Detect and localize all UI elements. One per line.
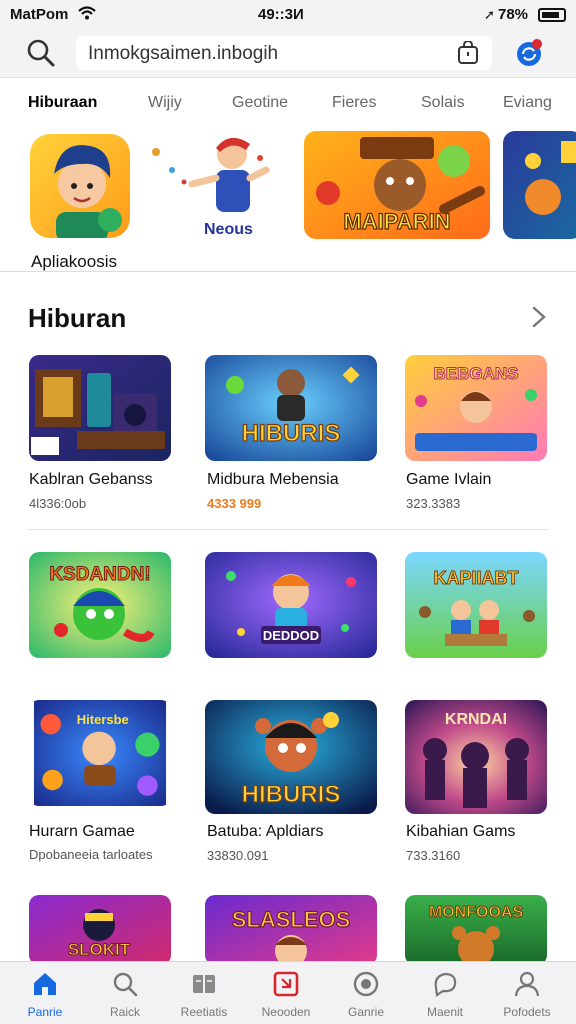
game-tile[interactable]: HIBURIS (205, 700, 377, 814)
tile-art-title: SLASLEOS (232, 907, 351, 932)
tab-solais[interactable]: Solais (421, 94, 465, 112)
tab-wijiy[interactable]: Wijiy (148, 94, 182, 112)
carrier-label: MatPom (10, 6, 69, 23)
status-bar: MatPom 49::3И ➚ 78% (0, 0, 576, 30)
search-input[interactable]: Inmokgsaimen.inbogih (76, 36, 492, 70)
game-name: Kibahian Gams (406, 823, 516, 840)
nav-label: Maenit (426, 1005, 464, 1019)
target-icon (353, 971, 379, 997)
home-icon (34, 973, 56, 995)
bottom-nav: Panrie Raick Reetiatis Neooden Ganrie Ma… (0, 961, 576, 1024)
game-tile[interactable]: KSDANDN! (29, 552, 171, 658)
tile-art-title: HIBURIS (242, 420, 341, 447)
game-name: Game Ivlain (406, 471, 492, 488)
nav-label: Ganrie (347, 1005, 385, 1019)
game-name: Hurarn Gamae (29, 823, 135, 840)
game-meta: 733.3160 (406, 848, 461, 863)
game-name: Batuba: Apldiars (207, 823, 324, 840)
game-meta: 323.3383 (406, 496, 461, 511)
featured-app-label: Apliakoosis (31, 252, 117, 271)
game-name: Midbura Mebensia (207, 471, 339, 488)
game-tile[interactable]: SLOKIT (29, 895, 171, 965)
game-meta: 4333 999 (207, 496, 262, 511)
nav-label: Pofodets (503, 1005, 551, 1019)
game-meta: Dpobaneeia tarloates (29, 847, 153, 862)
nav-item-games[interactable]: Ganrie (325, 962, 407, 1024)
tab-geotine[interactable]: Geotine (232, 94, 288, 112)
category-tabs: Hiburaan Wijiy Geotine Fieres Solais Evi… (0, 86, 576, 120)
search-header: Inmokgsaimen.inbogih (0, 30, 576, 78)
nav-label: Raick (109, 1005, 140, 1019)
mascot-illustration[interactable] (150, 130, 280, 230)
tile-art-title: BEBGANS (433, 364, 518, 383)
nav-item-news[interactable]: Neooden (245, 962, 327, 1024)
wifi-icon (78, 6, 96, 20)
game-tile[interactable] (29, 355, 171, 461)
location-icon: ➚ (484, 7, 495, 22)
tile-art-title: HIBURIS (242, 781, 341, 808)
mascot-label: Neous (204, 221, 253, 238)
tile-art-title: KAPIIABT (434, 568, 519, 588)
chevron-right-icon[interactable] (530, 305, 548, 329)
tile-art-title: MONFOOAS (429, 904, 524, 921)
nav-label: Neooden (261, 1005, 311, 1019)
tab-hiburaan[interactable]: Hiburaan (28, 94, 97, 112)
game-tile[interactable]: KRNDAI (405, 700, 547, 814)
tile-art-title: KSDANDN! (49, 564, 150, 585)
search-icon[interactable] (26, 38, 56, 68)
battery-icon (538, 8, 566, 22)
tile-art-title: DEDDOD (263, 628, 319, 643)
banner-title: MAIPARIN (343, 209, 450, 234)
nav-item-home[interactable]: Panrie (4, 962, 86, 1024)
featured-banner-partial[interactable] (503, 131, 576, 239)
account-icon[interactable] (515, 39, 543, 67)
shopping-bag-icon[interactable] (456, 41, 480, 65)
chat-icon (434, 972, 457, 997)
nav-item-messages[interactable]: Maenit (404, 962, 486, 1024)
game-tile[interactable]: BEBGANS (405, 355, 547, 461)
section-title: Hiburan (28, 303, 127, 333)
tab-fieres[interactable]: Fieres (332, 94, 376, 112)
featured-row: Apliakoosis Neous MAIPARIN (0, 128, 576, 272)
game-tile[interactable]: HIBURIS (205, 355, 377, 461)
book-icon (193, 975, 215, 993)
game-meta: 4l336:0ob (29, 496, 87, 511)
game-tile[interactable]: SLASLEOS (205, 895, 377, 965)
tile-art-title: SLOKIT (68, 940, 131, 959)
news-icon (273, 971, 299, 997)
search-icon (113, 972, 138, 997)
tile-art-title: Hitersbe (77, 712, 129, 727)
featured-banner[interactable]: MAIPARIN (304, 131, 490, 239)
game-name: Kablran Gebanss (29, 471, 153, 488)
game-meta: 33830.091 (207, 848, 269, 863)
tab-eviang[interactable]: Eviang (503, 94, 552, 112)
game-tile[interactable]: DEDDOD (205, 552, 377, 658)
game-tile[interactable]: Hitersbe (29, 700, 171, 806)
nav-label: Reetiatis (180, 1005, 228, 1019)
nav-item-library[interactable]: Reetiatis (163, 962, 245, 1024)
tile-art-title: KRNDAI (445, 711, 507, 728)
game-tile[interactable]: KAPIIABT (405, 552, 547, 658)
featured-app-icon[interactable] (30, 134, 130, 238)
person-icon (514, 971, 540, 997)
nav-label: Panrie (27, 1005, 63, 1019)
nav-item-profile[interactable]: Pofodets (486, 962, 568, 1024)
clock: 49::3И (258, 6, 304, 23)
divider (28, 529, 548, 530)
battery-percent: 78% (498, 6, 529, 23)
nav-item-search[interactable]: Raick (84, 962, 166, 1024)
game-tile[interactable]: MONFOOAS (405, 895, 547, 965)
